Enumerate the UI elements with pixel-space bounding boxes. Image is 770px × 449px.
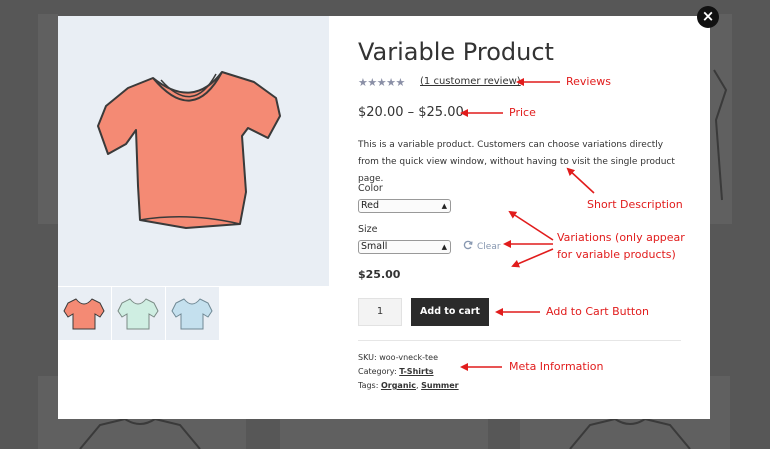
tags-label: Tags:	[358, 381, 379, 390]
size-select-value: Small	[361, 241, 388, 252]
color-label: Color	[358, 183, 383, 194]
product-main-image[interactable]	[58, 16, 329, 286]
clear-label: Clear	[477, 242, 501, 252]
chevron-updown-icon: ▲	[441, 202, 447, 210]
thumbnail-mint-shirt[interactable]	[112, 287, 165, 340]
annotation-short-description: Short Description	[587, 198, 683, 211]
background-shirt-icon	[79, 417, 201, 449]
annotation-price: Price	[509, 106, 536, 119]
close-icon: ×	[701, 7, 715, 25]
tag-separator: ,	[416, 381, 419, 390]
refresh-icon	[463, 240, 473, 250]
chevron-updown-icon: ▲	[441, 243, 447, 251]
price-range: $20.00 – $25.00	[358, 105, 464, 120]
size-label: Size	[358, 224, 378, 235]
category-meta: Category: T-Shirts	[358, 367, 434, 376]
quick-view-modal: Variable Product ★★★★★ (1 customer revie…	[58, 16, 710, 419]
background-shirt-icon	[713, 69, 728, 201]
sku-meta: SKU: woo-vneck-tee	[358, 353, 438, 362]
tshirt-icon	[97, 71, 281, 229]
category-label: Category:	[358, 367, 397, 376]
tshirt-icon	[117, 298, 159, 330]
tshirt-icon	[171, 298, 213, 330]
tag-link-organic[interactable]: Organic	[381, 381, 416, 390]
annotation-reviews: Reviews	[566, 75, 611, 88]
sku-value: woo-vneck-tee	[379, 353, 438, 362]
selected-variation-price: $25.00	[358, 268, 401, 281]
divider	[358, 340, 681, 341]
background-shirt-icon	[569, 417, 691, 449]
category-link[interactable]: T-Shirts	[399, 367, 433, 376]
sku-label: SKU:	[358, 353, 377, 362]
customer-review-link[interactable]: (1 customer review)	[420, 76, 521, 87]
annotation-variations-line1: Variations (only appear	[557, 231, 685, 244]
size-select[interactable]: Small ▲	[358, 240, 451, 254]
tag-link-summer[interactable]: Summer	[421, 381, 459, 390]
tags-meta: Tags: Organic, Summer	[358, 381, 459, 390]
close-button[interactable]: ×	[697, 6, 719, 28]
color-select-value: Red	[361, 200, 380, 211]
clear-variations-link[interactable]: Clear	[463, 240, 501, 252]
background-product-card	[38, 14, 58, 224]
product-title: Variable Product	[358, 38, 554, 66]
tshirt-icon	[63, 298, 105, 330]
star-rating: ★★★★★	[358, 76, 405, 89]
thumbnail-gallery	[58, 287, 220, 340]
annotation-variations-line2: for variable products)	[557, 248, 676, 261]
annotation-meta-information: Meta Information	[509, 360, 604, 373]
quantity-input[interactable]: 1	[358, 298, 402, 326]
thumbnail-blue-shirt[interactable]	[166, 287, 219, 340]
short-description: This is a variable product. Customers ca…	[358, 140, 675, 184]
color-select[interactable]: Red ▲	[358, 199, 451, 213]
add-to-cart-button[interactable]: Add to cart	[411, 298, 489, 326]
thumbnail-red-shirt[interactable]	[58, 287, 111, 340]
background-product-card	[280, 419, 488, 449]
annotation-add-to-cart: Add to Cart Button	[546, 305, 649, 318]
